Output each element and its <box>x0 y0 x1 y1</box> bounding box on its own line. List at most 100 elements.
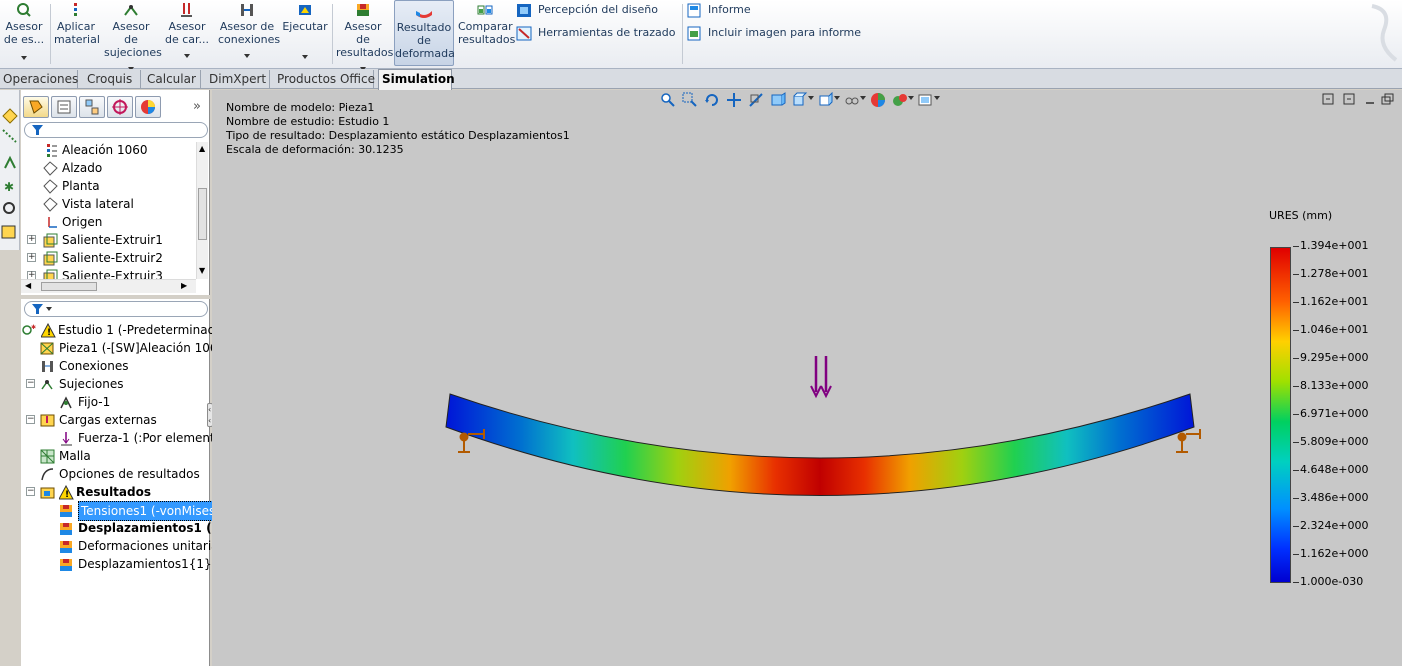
legend-label: 1.046e+001 <box>1300 323 1369 336</box>
result-type-text: Tipo de resultado: Desplazamiento estáti… <box>226 129 570 142</box>
display-style-icon[interactable] <box>792 92 808 108</box>
section-view-icon[interactable] <box>748 92 764 108</box>
simulation-study-tree: ✱ ! Estudio 1 (-Predeterminado- Pieza1 (… <box>21 321 235 571</box>
fixtures-advisor-button[interactable]: Asesor de sujeciones <box>104 2 162 71</box>
chevron-down-icon[interactable] <box>834 96 840 100</box>
tab-operaciones[interactable]: Operaciones <box>0 70 78 88</box>
scene-icon[interactable] <box>892 92 908 108</box>
svg-text:!: ! <box>65 490 69 500</box>
window-controls-icons[interactable] <box>1322 92 1396 108</box>
zoom-to-fit-icon[interactable] <box>660 92 676 108</box>
view-orientation-icon[interactable] <box>770 92 786 108</box>
warning-icon: ! <box>41 323 56 338</box>
filter-icon <box>32 304 52 314</box>
include-image-report-button[interactable]: Incluir imagen para informe <box>686 25 861 41</box>
results-advisor-icon <box>357 4 369 16</box>
simulation-filter[interactable] <box>24 301 208 317</box>
dimxpert-icon <box>112 99 128 115</box>
design-insight-label: Percepción del diseño <box>538 3 658 16</box>
expand-icon[interactable]: + <box>27 271 36 279</box>
study-advisor-button[interactable]: Asesor de es... <box>2 2 46 60</box>
plot-tools-label: Herramientas de trazado <box>538 26 676 39</box>
hide-show-items-icon[interactable] <box>818 92 834 108</box>
collapse-icon[interactable]: − <box>26 487 35 496</box>
chevron-down-icon[interactable] <box>934 96 940 100</box>
chevron-down-icon[interactable] <box>21 56 27 60</box>
feature-filter[interactable] <box>24 122 208 138</box>
loads-advisor-label: Asesor de car... <box>164 20 210 46</box>
loads-advisor-button[interactable]: Asesor de car... <box>164 2 210 58</box>
legend-label: 1.394e+001 <box>1300 239 1369 252</box>
appearance-sphere-icon[interactable] <box>870 92 886 108</box>
legend-tick <box>1293 582 1299 583</box>
legend-title: URES (mm) <box>1269 209 1333 222</box>
feature-tree-vscroll[interactable]: ▲ ▼ <box>196 142 208 279</box>
apply-material-button[interactable]: Aplicar material <box>54 2 100 46</box>
deformed-result-button[interactable]: Resultado de deformada <box>394 0 455 66</box>
display-manager-tab[interactable] <box>135 96 161 118</box>
plot-tools-button[interactable]: Herramientas de trazado <box>516 25 697 41</box>
load-icon <box>40 414 55 427</box>
property-manager-tab[interactable] <box>51 96 77 118</box>
scroll-thumb[interactable] <box>198 188 207 240</box>
panel-splitter[interactable] <box>21 295 210 299</box>
display-manager-icon <box>141 100 155 114</box>
expand-icon[interactable]: + <box>27 235 36 244</box>
sketch-tools-icons[interactable]: ✱ <box>0 90 20 250</box>
configuration-manager-tab[interactable] <box>79 96 105 118</box>
compare-icon <box>477 5 493 15</box>
results-advisor-label: Asesor de resultados <box>336 20 394 59</box>
dimxpert-manager-tab[interactable] <box>107 96 133 118</box>
tab-productos-office[interactable]: Productos Office <box>274 70 375 88</box>
force-arrow-icon <box>61 432 72 446</box>
expand-icon[interactable]: + <box>27 253 36 262</box>
scroll-right-icon[interactable]: ▶ <box>181 281 187 290</box>
beam-mesh[interactable] <box>445 393 1195 496</box>
scroll-thumb[interactable] <box>41 282 97 291</box>
tab-simulation[interactable]: Simulation <box>378 69 455 90</box>
ribbon-separator <box>50 4 51 64</box>
tab-dimxpert[interactable]: DimXpert <box>206 70 270 88</box>
connections-advisor-button[interactable]: Asesor de conexiones <box>218 2 280 58</box>
compare-results-button[interactable]: Comparar resultados <box>458 2 516 46</box>
result-options-icon <box>41 468 54 481</box>
compare-results-label: Comparar resultados <box>458 20 516 46</box>
pan-icon[interactable] <box>726 92 742 108</box>
chevron-down-icon[interactable] <box>908 96 914 100</box>
results-advisor-button[interactable]: Asesor de resultados <box>336 2 394 71</box>
feature-tree-hscroll[interactable]: ◀ ▶ <box>21 279 196 293</box>
tab-croquis[interactable]: Croquis <box>84 70 141 88</box>
run-button[interactable]: Ejecutar <box>282 2 328 59</box>
expand-tabs-icon[interactable]: » <box>193 99 201 114</box>
legend-label: 1.278e+001 <box>1300 267 1369 280</box>
include-image-icon <box>687 26 701 40</box>
deformed-result-icon <box>416 11 432 18</box>
scroll-down-icon[interactable]: ▼ <box>199 266 205 275</box>
ribbon-separator <box>332 4 333 64</box>
chevron-down-icon[interactable] <box>184 54 190 58</box>
part-icon <box>40 342 54 355</box>
rotate-view-icon[interactable] <box>704 92 720 108</box>
design-insight-button[interactable]: Percepción del diseño <box>516 2 658 18</box>
command-manager-tabs: Operaciones Croquis Calcular DimXpert Pr… <box>0 69 1402 90</box>
chevron-down-icon[interactable] <box>302 55 308 59</box>
collapse-icon[interactable]: − <box>26 379 35 388</box>
zoom-area-icon[interactable] <box>682 92 698 108</box>
edit-appearance-icon[interactable] <box>844 92 860 108</box>
fixed-geometry-icon <box>60 396 72 409</box>
view-settings-icon[interactable] <box>918 92 934 108</box>
logo-watermark-icon <box>1371 4 1398 62</box>
legend-label: 1.162e+000 <box>1300 547 1369 560</box>
collapse-icon[interactable]: − <box>26 415 35 424</box>
report-button[interactable]: Informe <box>686 2 751 18</box>
tab-calcular[interactable]: Calcular <box>144 70 201 88</box>
chevron-down-icon[interactable] <box>244 54 250 58</box>
chevron-down-icon[interactable] <box>860 96 866 100</box>
chevron-down-icon[interactable] <box>808 96 814 100</box>
scroll-left-icon[interactable]: ◀ <box>25 281 31 290</box>
feature-manager-tab[interactable] <box>23 96 49 118</box>
graphics-area[interactable]: Nombre de modelo: Pieza1 Nombre de estud… <box>212 90 1402 666</box>
scroll-up-icon[interactable]: ▲ <box>199 144 205 153</box>
legend-label: 9.295e+000 <box>1300 351 1369 364</box>
legend-tick <box>1293 498 1299 499</box>
